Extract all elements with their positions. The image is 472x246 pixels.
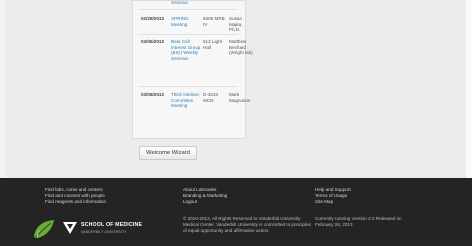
footer-link[interactable]: Site Map xyxy=(315,199,351,205)
footer-link[interactable]: Logout xyxy=(183,199,227,205)
footer-link[interactable]: Help and Support xyxy=(315,187,351,193)
event-location: 512 Light Hall xyxy=(203,39,222,50)
event-location: D-3243 MCN xyxy=(203,92,219,103)
footer-column-about: About Labnodes Branding & Marketing Logo… xyxy=(183,187,227,204)
row-divider xyxy=(138,86,238,87)
footer-link[interactable]: Find labs, cores and centers xyxy=(45,187,106,193)
event-title-link[interactable]: Beta Cell Interest Group (BIG) Weekly Se… xyxy=(171,39,203,61)
footer-legal: © 2010-2013, All Rights Reserved to Vand… xyxy=(183,216,311,233)
event-presenter: Mark Magnuson xyxy=(229,92,251,103)
event-date: 03/08/2013 xyxy=(141,92,164,97)
event-date: 02/28/2013 xyxy=(141,16,164,21)
footer-link[interactable]: Terms of Usage xyxy=(315,193,351,199)
event-title-link[interactable]: Third Adelson Committee Meeting xyxy=(171,92,203,109)
footer-link[interactable]: Find reagents and information xyxy=(45,199,106,205)
footer-link[interactable]: Branding & Marketing xyxy=(183,193,227,199)
site-footer: Find labs, cores and centers Find and co… xyxy=(0,178,472,246)
row-divider xyxy=(138,34,238,35)
footer-version: Currently running Version 2.0 Released o… xyxy=(315,216,402,227)
event-presenter: Matthew Bechard (Wright lab) xyxy=(229,39,253,56)
right-gutter xyxy=(466,0,472,178)
welcome-wizard-button[interactable]: Welcome Wizard xyxy=(139,146,197,160)
event-title-link[interactable]: SPRING Meeting xyxy=(171,16,203,27)
footer-link[interactable]: Find and connect with people xyxy=(45,193,106,199)
school-of-medicine-label: SCHOOL OF MEDICINE xyxy=(81,222,143,228)
event-presenter: Susan Majka, Ph.D. xyxy=(229,16,243,33)
event-date: 03/06/2013 xyxy=(141,39,164,44)
university-label: VANDERBILT UNIVERSITY xyxy=(81,230,127,234)
event-title-link[interactable]: Seminar xyxy=(171,0,203,6)
footer-column-help: Help and Support Terms of Usage Site Map xyxy=(315,187,351,204)
leaf-logo-icon xyxy=(34,220,54,239)
footer-column-find: Find labs, cores and centers Find and co… xyxy=(45,187,106,204)
event-location: 8405 MRB IV xyxy=(203,16,225,27)
vanderbilt-v-logo-icon xyxy=(63,222,77,234)
row-divider xyxy=(138,9,238,10)
events-table: Seminar 02/28/2013 SPRING Meeting 8405 M… xyxy=(132,0,253,139)
